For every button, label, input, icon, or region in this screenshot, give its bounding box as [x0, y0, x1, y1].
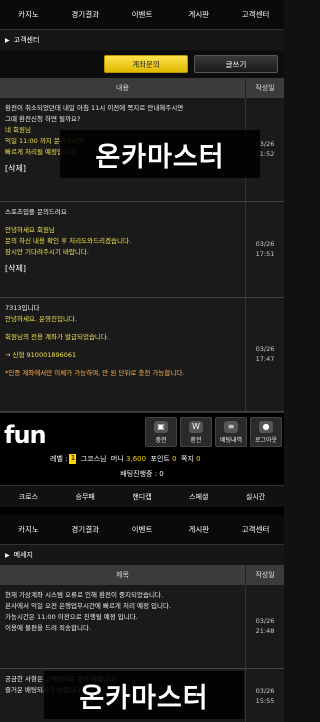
nav-casino[interactable]: 카지노 — [0, 0, 57, 29]
nav-support[interactable]: 고객센터 — [227, 515, 284, 544]
note-value[interactable]: 0 — [196, 455, 200, 463]
message-line: 환전이 취소되었던데 내일 아침 11시 이전에 쪽지로 안내해주시면 — [5, 104, 184, 112]
quick-menu-label: 환전 — [190, 436, 202, 444]
row-date: 03/26 17:51 — [255, 240, 275, 258]
deposit-button[interactable]: ▣ 충전 — [145, 417, 177, 447]
row-message: 스포츠입플 문의드려요안녕하세요 회원님문의 하신 내용 확인 후 처리도와드리… — [0, 202, 246, 297]
tab-handicap[interactable]: 핸디캡 — [114, 486, 171, 507]
table-header-2: 제목 작성일 — [0, 565, 284, 585]
triangle-right-icon: ▶ — [5, 551, 10, 559]
message-line: 안녕하세요 회원님 — [5, 226, 55, 235]
message-line: *인증 계좌에서만 이체가 가능하며, 만 원 단위로 충전 가능합니다. — [5, 369, 185, 378]
column-content: 내용 — [0, 78, 246, 98]
message-line: 문의 하신 내용 확인 후 처리도와드리겠습니다. — [5, 237, 132, 246]
message-line: 스포츠입플 문의드려요 — [5, 208, 67, 216]
row-message: 7313입니다안녕하세요. 운영진입니다. 회원님의 전용 계좌가 발급되었습니다… — [0, 298, 246, 411]
message-line: → 신협 910001896061 — [5, 351, 77, 360]
delete-link[interactable]: [삭제] — [5, 263, 240, 275]
breadcrumb-label: 고객센터 — [13, 36, 40, 44]
table-row[interactable]: 스포츠입플 문의드려요안녕하세요 회원님문의 하신 내용 확인 후 처리도와드리… — [0, 202, 284, 298]
level-label: 레벨 : — [50, 455, 68, 463]
message-line — [5, 343, 240, 349]
level-badge: 1 — [69, 454, 77, 464]
quick-menu-label: 충전 — [155, 436, 167, 444]
row-date: 03/26 21:48 — [255, 617, 275, 635]
breadcrumb-label: 메세지 — [13, 551, 33, 559]
tab-special[interactable]: 스페셜 — [170, 486, 227, 507]
column-date: 작성일 — [255, 84, 275, 92]
quick-menu: ▣ 충전 W 환전 ≡ 배팅내역 ● 로그아웃 — [145, 417, 282, 447]
nav-results[interactable]: 경기결과 — [57, 515, 114, 544]
withdraw-icon: W — [189, 420, 203, 433]
quick-menu-label: 로그아웃 — [254, 436, 278, 444]
nav-support[interactable]: 고객센터 — [227, 0, 284, 29]
note-label: 쪽지 — [181, 455, 194, 463]
message-line: 안녕하세요. 운영진입니다. — [5, 315, 77, 324]
row-message: 현재 가상계좌 시스템 오류로 인해 환전이 중지되었습니다. 본사에서 익일 오… — [0, 585, 246, 668]
withdraw-button[interactable]: W 환전 — [180, 417, 212, 447]
sport-tabs: 크로스 승무패 핸디캡 스페셜 실시간 — [0, 485, 284, 507]
bet-history-button[interactable]: ≡ 배팅내역 — [215, 417, 247, 447]
row-date: 03/26 15:55 — [255, 687, 275, 705]
account-inquiry-button[interactable]: 계좌문의 — [104, 55, 188, 73]
nav-casino[interactable]: 카지노 — [0, 515, 57, 544]
site-logo[interactable]: fun — [4, 421, 47, 449]
tab-live[interactable]: 실시간 — [227, 486, 284, 507]
quick-menu-label: 배팅내역 — [219, 436, 243, 444]
app-header: fun ▣ 충전 W 환전 ≡ 배팅내역 ● 로그아웃 레벨 :1 그코스님 머니 3,600… — [0, 412, 284, 507]
breadcrumb: ▶ 고객센터 — [0, 30, 284, 50]
tab-win-draw-lose[interactable]: 승무패 — [57, 486, 114, 507]
bet-history-icon: ≡ — [224, 420, 238, 433]
triangle-right-icon: ▶ — [5, 36, 10, 44]
nav-board[interactable]: 게시판 — [170, 515, 227, 544]
message-line: 현재 가상계좌 시스템 오류로 인해 환전이 중지되었습니다. — [5, 591, 163, 599]
logout-icon: ● — [259, 420, 273, 433]
user-stats: 레벨 :1 그코스님 머니 3,600 포인트 0 쪽지 0 — [50, 454, 201, 464]
point-value: 0 — [172, 455, 177, 463]
deposit-icon: ▣ — [154, 420, 168, 433]
message-line: 잠시만 기다려주시기 바랍니다. — [5, 248, 89, 257]
top-nav-2: 카지노 경기결과 이벤트 게시판 고객센터 — [0, 515, 284, 545]
message-line — [5, 325, 240, 331]
inquiry-list: 환전이 취소되었던데 내일 아침 11시 이전에 쪽지로 안내해주시면그때 환전… — [0, 98, 284, 412]
nav-results[interactable]: 경기결과 — [57, 0, 114, 29]
table-row[interactable]: 7313입니다안녕하세요. 운영진입니다. 회원님의 전용 계좌가 발급되었습니다… — [0, 298, 284, 412]
breadcrumb-2: ▶ 메세지 — [0, 545, 284, 565]
message-line — [5, 361, 240, 367]
message-line: 이용에 불편을 드려 죄송합니다. — [5, 624, 92, 633]
message-line: 본사에서 익일 오전 은행업무시간에 빠르게 처리 예정 입니다. — [5, 602, 172, 611]
username: 그코스님 — [80, 455, 107, 463]
tab-cross[interactable]: 크로스 — [0, 486, 57, 507]
point-label: 포인트 — [150, 455, 170, 463]
watermark: 온카마스터 — [60, 130, 260, 178]
message-line: 그때 환전신청 하면 될까요? — [5, 115, 81, 124]
message-line: 7313입니다 — [5, 304, 40, 312]
message-list: 현재 가상계좌 시스템 오류로 인해 환전이 중지되었습니다. 본사에서 익일 오… — [0, 585, 284, 722]
action-bar: 계좌문의 글쓰기 — [0, 50, 284, 78]
nav-events[interactable]: 이벤트 — [114, 0, 171, 29]
money-value: 3,600 — [126, 455, 147, 463]
nav-board[interactable]: 게시판 — [170, 0, 227, 29]
money-label: 머니 — [110, 455, 124, 463]
column-title: 제목 — [0, 565, 246, 585]
top-nav: 카지노 경기결과 이벤트 게시판 고객센터 — [0, 0, 284, 30]
logout-button[interactable]: ● 로그아웃 — [250, 417, 282, 447]
table-header: 내용 작성일 — [0, 78, 284, 98]
row-date: 03/26 17:47 — [255, 345, 275, 363]
message-line — [5, 218, 240, 224]
column-date: 작성일 — [255, 571, 275, 579]
bet-pending: 배팅진행중 : 0 — [120, 470, 164, 478]
write-button[interactable]: 글쓰기 — [194, 55, 278, 73]
nav-events[interactable]: 이벤트 — [114, 515, 171, 544]
watermark: 온카마스터 — [44, 671, 244, 719]
message-line: 회원님의 전용 계좌가 발급되었습니다. — [5, 333, 109, 342]
message-line: 가능시간은 11:00 이전으로 진행될 예정 입니다. — [5, 613, 138, 622]
table-row[interactable]: 현재 가상계좌 시스템 오류로 인해 환전이 중지되었습니다. 본사에서 익일 오… — [0, 585, 284, 669]
